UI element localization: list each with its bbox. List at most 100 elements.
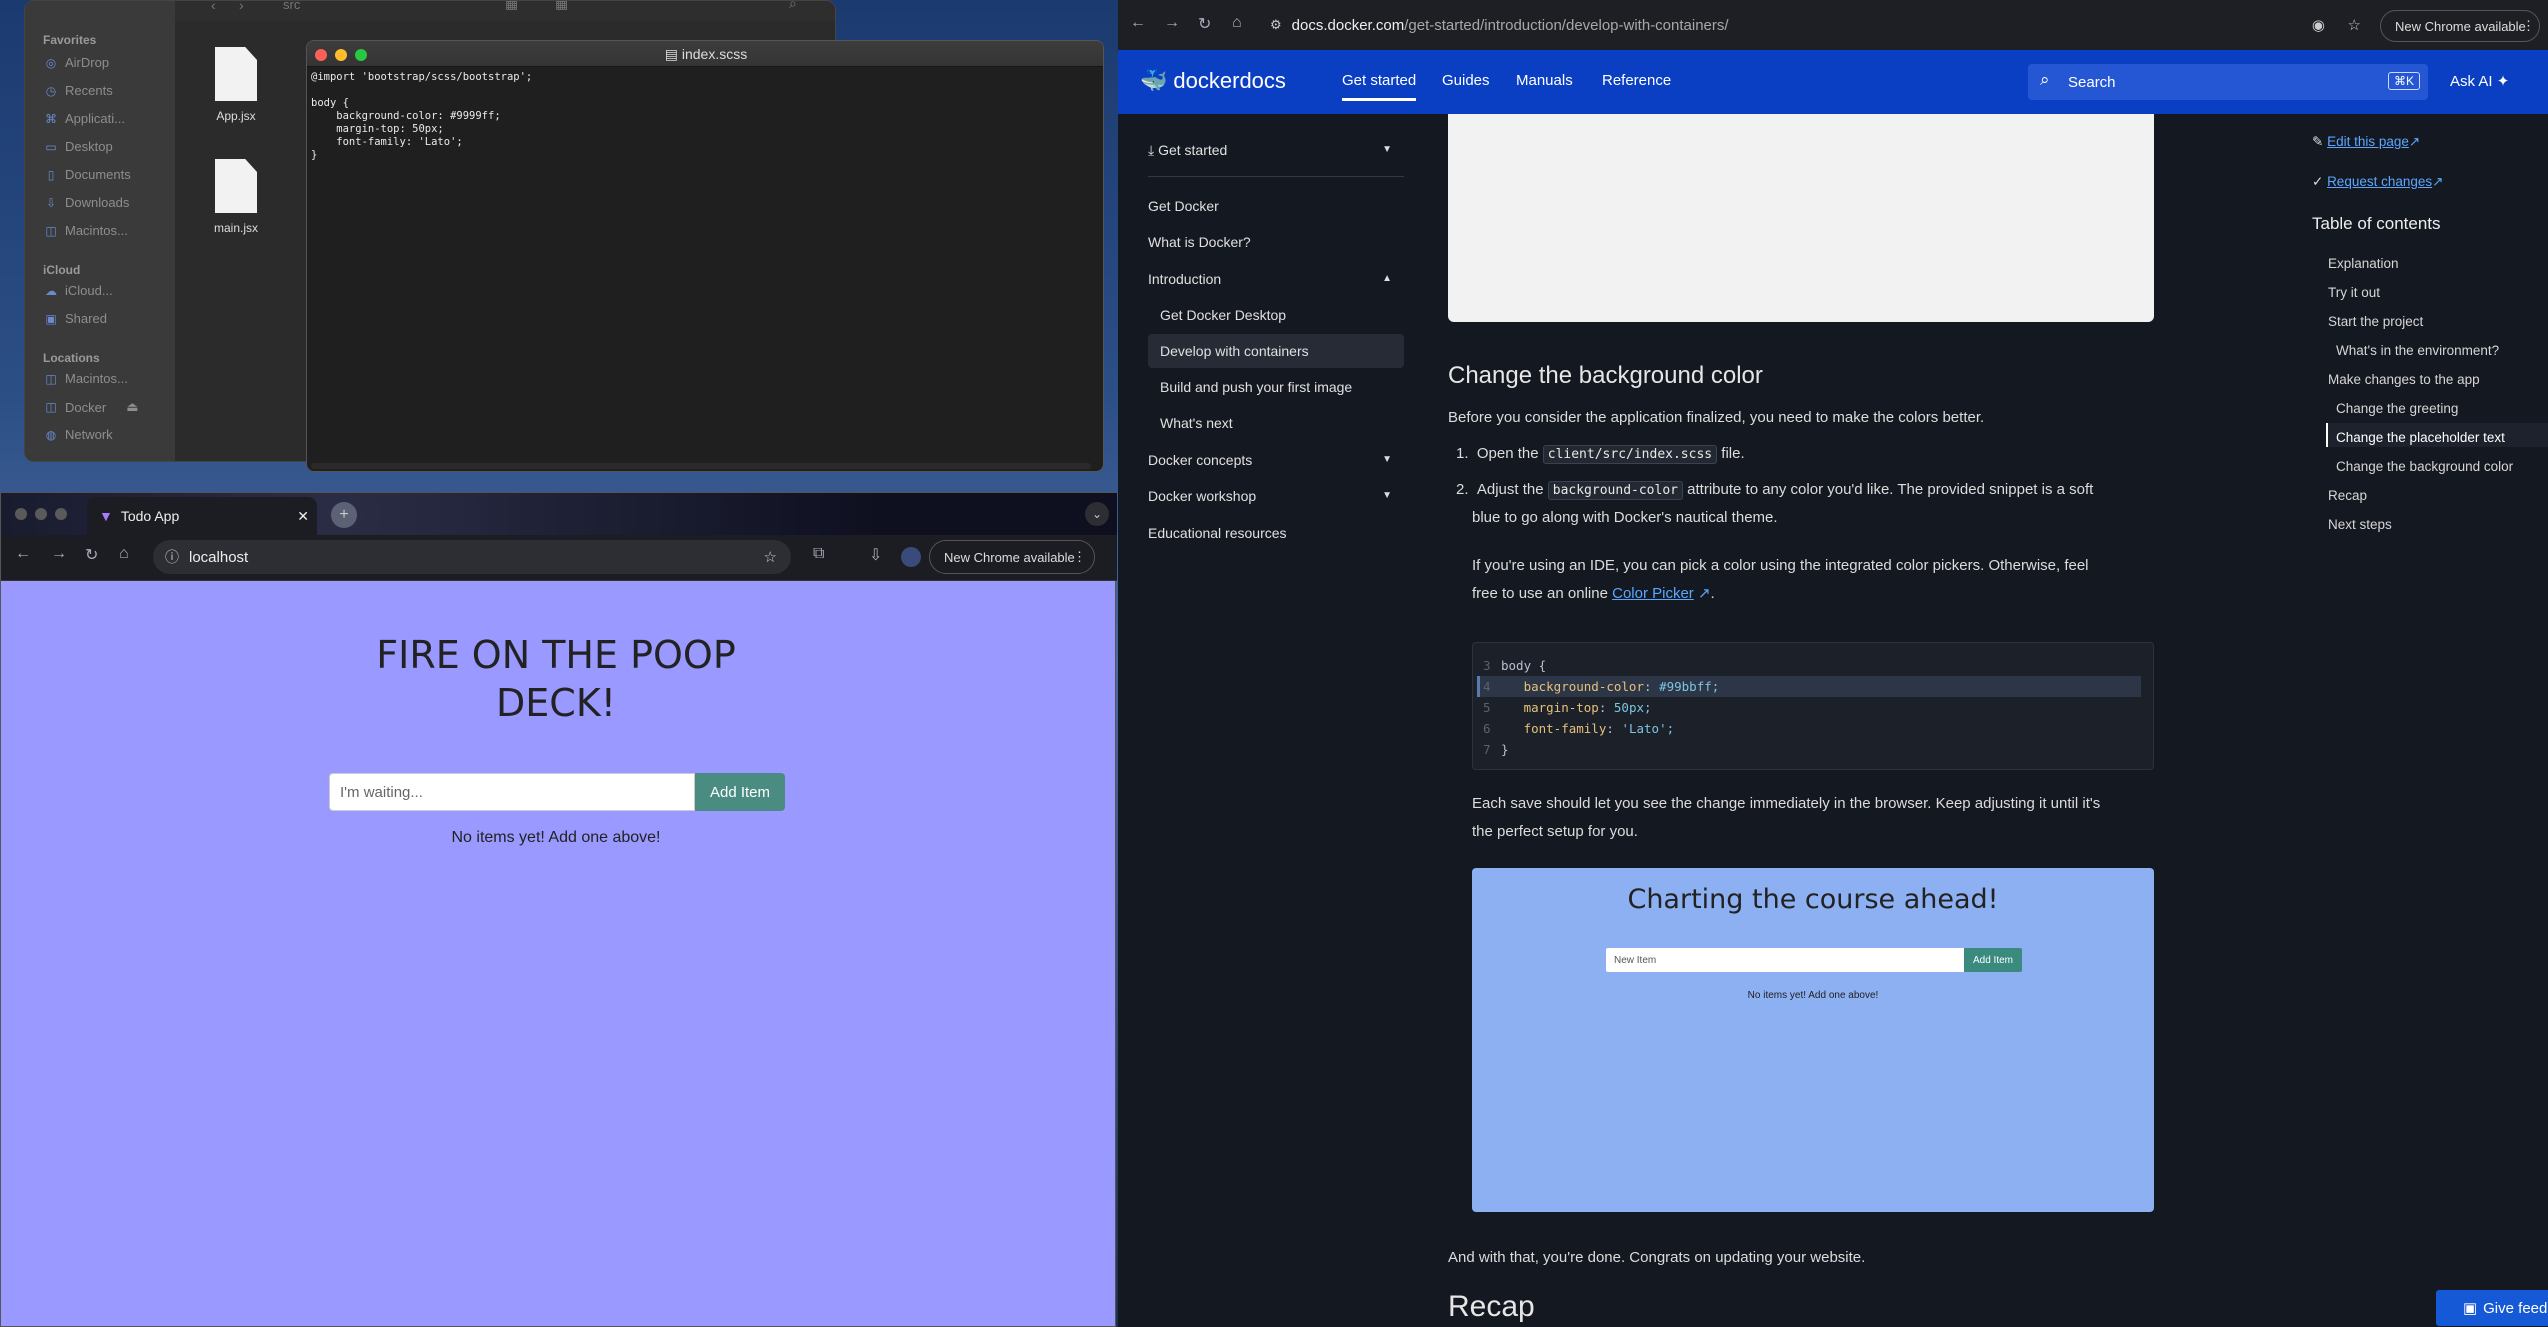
sidebar-item-icloud[interactable]: ☁ iCloud... [43, 283, 113, 298]
sidebar-item-build-and-push[interactable]: Build and push your first image [1160, 379, 1352, 395]
reload-icon[interactable]: ↻ [85, 545, 98, 565]
download-icon[interactable]: ⇩ [869, 545, 882, 565]
edit-page-link[interactable]: ✎ Edit this page↗ [2312, 134, 2420, 150]
text-editor-window: ▤ index.scss @import 'bootstrap/scss/boo… [306, 40, 1104, 472]
sidebar-item-network[interactable]: ◍ Network [43, 427, 113, 442]
file-main-jsx[interactable]: main.jsx [191, 159, 281, 235]
close-button[interactable] [15, 508, 27, 520]
forward-icon[interactable]: → [1164, 14, 1180, 32]
zoom-button[interactable] [55, 508, 67, 520]
nav-reference[interactable]: Reference [1602, 72, 1671, 89]
view-icon[interactable]: ▦ [505, 1, 518, 12]
home-icon[interactable]: ⌂ [1232, 14, 1242, 32]
tab-strip: ▼ Todo App ✕ + ⌄ [1, 493, 1117, 535]
toc-make-changes[interactable]: Make changes to the app [2328, 372, 2480, 387]
editor-text-area[interactable]: @import 'bootstrap/scss/bootstrap'; body… [311, 71, 532, 162]
new-chrome-available-button[interactable]: New Chrome available ⋮ [929, 540, 1095, 574]
info-icon[interactable]: ⓘ [165, 547, 179, 567]
nav-guides[interactable]: Guides [1442, 72, 1490, 89]
close-tab-icon[interactable]: ✕ [297, 508, 309, 525]
sidebar-item-what-is-docker[interactable]: What is Docker? [1148, 234, 1251, 250]
sidebar-item-downloads[interactable]: ⇩ Downloads [43, 195, 129, 210]
add-item-button[interactable]: Add Item [695, 773, 785, 811]
sidebar-item-desktop[interactable]: ▭ Desktop [43, 139, 112, 154]
sidebar-item-docker[interactable]: ◫ Docker ⏏ [43, 399, 138, 415]
request-changes-link[interactable]: ✓ Request changes↗ [2312, 174, 2443, 190]
profile-avatar[interactable] [901, 547, 921, 567]
bookmark-star-icon[interactable]: ☆ [2348, 16, 2361, 34]
toc-change-greeting[interactable]: Change the greeting [2336, 401, 2458, 416]
search-box[interactable]: ⌕ Search ⌘K [2028, 64, 2428, 100]
nav-get-started[interactable]: Get started [1342, 72, 1417, 101]
more-menu-icon[interactable]: ⋮ [2522, 18, 2535, 34]
home-icon[interactable]: ⌂ [119, 545, 129, 563]
sidebar-item-get-docker-desktop[interactable]: Get Docker Desktop [1160, 307, 1286, 323]
recap-heading: Recap [1448, 1290, 1535, 1323]
code-line: 5 margin-top: 50px; [1483, 700, 1652, 715]
sidebar-item-docker-workshop[interactable]: Docker workshop [1148, 488, 1256, 504]
sidebar-item-get-docker[interactable]: Get Docker [1148, 198, 1219, 214]
back-icon[interactable]: ‹ [211, 1, 216, 13]
back-icon[interactable]: ← [15, 545, 31, 563]
sidebar-item-macintosh-hd[interactable]: ◫ Macintos... [43, 371, 128, 386]
sidebar-item-educational-resources[interactable]: Educational resources [1148, 525, 1287, 541]
sidebar-item-documents[interactable]: ▯ Documents [43, 167, 131, 182]
file-app-jsx[interactable]: App.jsx [191, 47, 281, 123]
ask-ai-button[interactable]: Ask AI ✦ [2450, 72, 2509, 90]
toc-try-it-out[interactable]: Try it out [2328, 285, 2380, 300]
forward-icon[interactable]: › [239, 1, 244, 13]
sidebar-item-whats-next[interactable]: What's next [1160, 415, 1233, 431]
bookmark-star-icon[interactable]: ☆ [764, 548, 777, 566]
eject-icon[interactable]: ⏏ [126, 399, 138, 415]
code-block[interactable]: 3 body { 4 background-color: #99bbff; 5 m… [1472, 642, 2154, 770]
sidebar-item-macintosh[interactable]: ◫ Macintos... [43, 223, 128, 238]
tab-todo-app[interactable]: ▼ Todo App ✕ [87, 497, 317, 535]
extensions-icon[interactable]: ⧉ [813, 545, 824, 563]
address-bar[interactable]: ⚙ docs.docker.com/get-started/introducti… [1270, 10, 2375, 40]
sidebar-item-shared[interactable]: ▣ Shared [43, 311, 107, 326]
horizontal-scrollbar[interactable] [311, 463, 1091, 469]
new-chrome-available-button[interactable]: New Chrome available ⋮ [2380, 10, 2540, 42]
shared-folder-icon: ▣ [45, 311, 57, 326]
toc-start-the-project[interactable]: Start the project [2328, 314, 2423, 329]
back-icon[interactable]: ← [1130, 14, 1146, 32]
address-bar[interactable]: ⓘ localhost ☆ [153, 540, 791, 574]
minimize-button[interactable] [35, 508, 47, 520]
toc-explanation[interactable]: Explanation [2328, 256, 2399, 271]
download-icon: ⇩ [45, 195, 57, 210]
chevron-down-icon[interactable]: ▼ [1382, 454, 1392, 465]
toc-change-placeholder[interactable]: Change the placeholder text [2336, 430, 2505, 445]
sidebar-divider [1148, 176, 1404, 177]
reload-icon[interactable]: ↻ [1198, 14, 1211, 34]
eye-off-icon[interactable]: ◉ [2312, 16, 2325, 34]
sidebar-item-introduction[interactable]: Introduction [1148, 271, 1221, 287]
color-picker-link[interactable]: Color Picker [1612, 585, 1694, 602]
chevron-down-icon[interactable]: ▼ [1382, 144, 1392, 155]
grid-icon[interactable]: ▦ [555, 1, 568, 12]
toc-whats-in-environment[interactable]: What's in the environment? [2336, 343, 2499, 358]
chevron-down-icon[interactable]: ▼ [1382, 490, 1392, 501]
chevron-up-icon[interactable]: ▲ [1382, 273, 1392, 284]
search-icon[interactable]: ⌕ [789, 1, 797, 12]
nav-manuals[interactable]: Manuals [1516, 72, 1573, 89]
sidebar-item-airdrop[interactable]: ◎ AirDrop [43, 55, 109, 70]
code-line: 6 font-family: 'Lato'; [1483, 721, 1675, 736]
sidebar-item-docker-concepts[interactable]: Docker concepts [1148, 452, 1252, 468]
sidebar-item-recents[interactable]: ◷ Recents [43, 83, 113, 98]
step-1: 1. Open the client/src/index.scss file. [1456, 445, 1745, 464]
new-item-input[interactable]: I'm waiting... [329, 773, 695, 811]
sidebar-item-develop-with-containers[interactable]: Develop with containers [1160, 343, 1309, 359]
forward-icon[interactable]: → [51, 545, 67, 563]
new-tab-icon[interactable]: + [331, 502, 357, 528]
site-settings-icon[interactable]: ⚙ [1270, 17, 1282, 33]
tab-search-icon[interactable]: ⌄ [1085, 502, 1109, 526]
give-feedback-button[interactable]: ▣Give feedback [2436, 1290, 2548, 1326]
toc-change-background[interactable]: Change the background color [2336, 459, 2513, 474]
toc-recap[interactable]: Recap [2328, 488, 2367, 503]
more-menu-icon[interactable]: ⋮ [1073, 549, 1086, 565]
toc-next-steps[interactable]: Next steps [2328, 517, 2392, 532]
table-of-contents: ✎ Edit this page↗ ✓ Request changes↗ Tab… [2208, 114, 2548, 1327]
sidebar-get-started[interactable]: ⤓ Get started [1148, 142, 1227, 159]
sidebar-item-applications[interactable]: ⌘ Applicati... [43, 111, 125, 126]
docker-logo[interactable]: 🐳 dockerdocs [1140, 68, 1286, 94]
